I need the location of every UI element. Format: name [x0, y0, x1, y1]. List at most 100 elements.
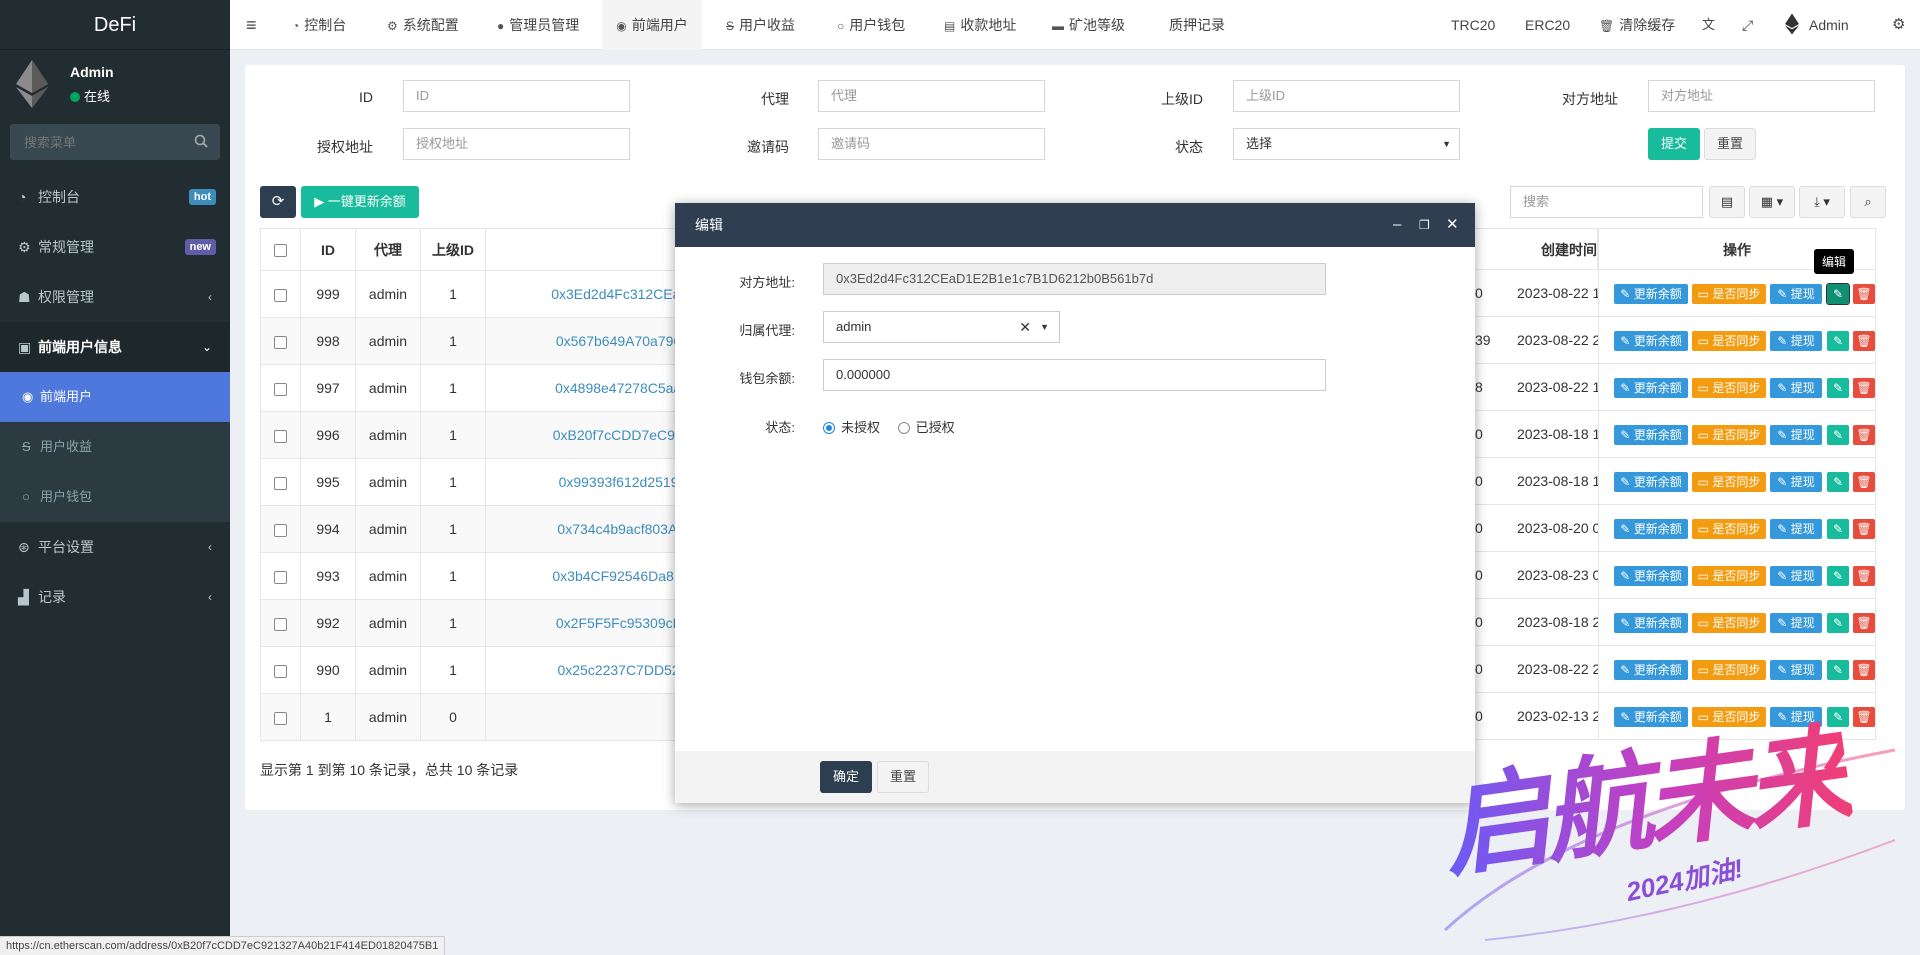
close-icon[interactable]: ✕: [1446, 203, 1459, 247]
withdraw-button[interactable]: ✎ 提现: [1770, 331, 1822, 351]
delete-button[interactable]: 🗑: [1853, 613, 1875, 633]
withdraw-button[interactable]: ✎ 提现: [1770, 472, 1822, 492]
sidebar-item-records[interactable]: ▟ 记录 ‹: [0, 572, 230, 622]
update-balance-button[interactable]: ✎ 更新余额: [1614, 425, 1688, 445]
advanced-search-button[interactable]: ⌕: [1850, 186, 1886, 218]
row-checkbox[interactable]: [260, 411, 301, 459]
edit-button[interactable]: ✎: [1827, 519, 1849, 539]
edit-button[interactable]: ✎: [1827, 613, 1849, 633]
tab-admin-manage[interactable]: ● 管理员管理: [497, 0, 579, 50]
sync-button[interactable]: ▭ 是否同步: [1692, 566, 1766, 586]
tab-user-earnings[interactable]: S 用户收益: [726, 0, 795, 50]
row-checkbox[interactable]: [260, 505, 301, 553]
modal-input-balance[interactable]: 0.000000: [823, 359, 1326, 391]
filter-input-id[interactable]: ID: [403, 80, 630, 112]
sync-button[interactable]: ▭ 是否同步: [1692, 472, 1766, 492]
tab-user-wallet[interactable]: ○ 用户钱包: [837, 0, 905, 50]
sync-button[interactable]: ▭ 是否同步: [1692, 660, 1766, 680]
row-checkbox-box[interactable]: [274, 570, 287, 584]
filter-select-status[interactable]: 选择 ▼: [1233, 128, 1460, 160]
confirm-button[interactable]: 确定: [820, 761, 872, 793]
update-balance-button[interactable]: ✎ 更新余额: [1614, 566, 1688, 586]
filter-input-agent[interactable]: 代理: [818, 80, 1045, 112]
row-checkbox-box[interactable]: [274, 382, 287, 396]
withdraw-button[interactable]: ✎ 提现: [1770, 566, 1822, 586]
row-checkbox[interactable]: [260, 599, 301, 647]
filter-input-parent-id[interactable]: 上级ID: [1233, 80, 1460, 112]
export-button[interactable]: ⤓ ▾: [1799, 186, 1845, 218]
settings-gear-icon[interactable]: ⚙: [1892, 0, 1905, 50]
tab-stake-records[interactable]: 质押记录: [1164, 0, 1225, 50]
sync-button[interactable]: ▭ 是否同步: [1692, 284, 1766, 304]
toggle-view-button[interactable]: ▤: [1709, 186, 1745, 218]
edit-button[interactable]: ✎: [1827, 425, 1849, 445]
filter-input-invite-code[interactable]: 邀请码: [818, 128, 1045, 160]
row-checkbox-box[interactable]: [274, 617, 287, 631]
sync-button[interactable]: ▭ 是否同步: [1692, 425, 1766, 445]
delete-button[interactable]: 🗑: [1853, 331, 1875, 351]
modal-input-address[interactable]: 0x3Ed2d4Fc312CEaD1E2B1e1c7B1D6212b0B561b…: [823, 263, 1326, 295]
columns-button[interactable]: ▦ ▾: [1749, 186, 1795, 218]
update-balance-button[interactable]: ✎ 更新余额: [1614, 331, 1688, 351]
edit-button[interactable]: ✎: [1827, 472, 1849, 492]
edit-button[interactable]: ✎: [1827, 660, 1849, 680]
sidebar-item-platform[interactable]: ⊛ 平台设置 ‹: [0, 522, 230, 572]
delete-button[interactable]: 🗑: [1853, 284, 1875, 304]
submit-button[interactable]: 提交: [1648, 128, 1700, 160]
sync-button[interactable]: ▭ 是否同步: [1692, 613, 1766, 633]
row-checkbox[interactable]: [260, 317, 301, 365]
sidebar-item-dashboard[interactable]: ◔ 控制台 hot: [0, 172, 230, 222]
delete-button[interactable]: 🗑: [1853, 519, 1875, 539]
withdraw-button[interactable]: ✎ 提现: [1770, 613, 1822, 633]
row-checkbox-box[interactable]: [274, 429, 287, 443]
update-balance-button[interactable]: ✎ 更新余额: [1614, 660, 1688, 680]
sidebar-item-general[interactable]: ⚙ 常规管理 new: [0, 222, 230, 272]
search-icon[interactable]: [194, 134, 208, 148]
header-created[interactable]: 创建时间: [1475, 228, 1598, 270]
radio-authorized[interactable]: 已授权: [897, 420, 955, 435]
withdraw-button[interactable]: ✎ 提现: [1770, 284, 1822, 304]
row-checkbox[interactable]: [260, 646, 301, 694]
delete-button[interactable]: 🗑: [1853, 566, 1875, 586]
sidebar-subitem-user-earnings[interactable]: S 用户收益: [0, 422, 230, 472]
tab-system-config[interactable]: ⚙ 系统配置: [387, 0, 459, 50]
delete-button[interactable]: 🗑: [1853, 660, 1875, 680]
sync-button[interactable]: ▭ 是否同步: [1692, 519, 1766, 539]
filter-input-auth-address[interactable]: 授权地址: [403, 128, 630, 160]
header-checkbox[interactable]: [260, 228, 301, 271]
tab-receive-address[interactable]: ▤ 收款地址: [944, 0, 1016, 50]
sidebar-search-input[interactable]: [10, 124, 220, 160]
nav-trc20[interactable]: TRC20: [1451, 0, 1495, 50]
header-id[interactable]: ID: [300, 228, 356, 271]
radio-unauthorized[interactable]: 未授权: [823, 420, 880, 435]
tab-pool-level[interactable]: ▬ 矿池等级: [1052, 0, 1125, 50]
edit-button[interactable]: ✎: [1827, 331, 1849, 351]
row-checkbox[interactable]: [260, 364, 301, 412]
edit-button[interactable]: ✎: [1826, 283, 1850, 305]
edit-button[interactable]: ✎: [1827, 378, 1849, 398]
reset-button[interactable]: 重置: [1704, 128, 1756, 160]
header-parent-id[interactable]: 上级ID: [420, 228, 486, 271]
sidebar-subitem-user-wallet[interactable]: ○ 用户钱包: [0, 472, 230, 522]
update-balance-button[interactable]: ✎ 更新余额: [1614, 378, 1688, 398]
row-checkbox-box[interactable]: [274, 335, 287, 349]
minimize-icon[interactable]: –: [1393, 203, 1401, 247]
row-checkbox-box[interactable]: [274, 476, 287, 490]
delete-button[interactable]: 🗑: [1853, 378, 1875, 398]
filter-input-address[interactable]: 对方地址: [1648, 80, 1875, 112]
refresh-button[interactable]: ⟳: [260, 186, 296, 218]
sidebar-subitem-frontend-user[interactable]: ◉ 前端用户: [0, 372, 230, 422]
maximize-icon[interactable]: ❐: [1419, 203, 1430, 247]
header-agent[interactable]: 代理: [355, 228, 421, 271]
update-balance-button[interactable]: ✎ 更新余额: [1614, 613, 1688, 633]
update-balance-button[interactable]: ✎ 更新余额: [1614, 284, 1688, 304]
tab-frontend-user[interactable]: ◉ 前端用户: [602, 0, 702, 50]
sync-button[interactable]: ▭ 是否同步: [1692, 378, 1766, 398]
row-checkbox-box[interactable]: [274, 711, 287, 725]
modal-reset-button[interactable]: 重置: [877, 761, 929, 793]
table-search-input[interactable]: 搜索: [1510, 186, 1703, 218]
update-all-balance-button[interactable]: ▶ 一键更新余额: [301, 186, 419, 218]
row-checkbox-box[interactable]: [274, 523, 287, 537]
delete-button[interactable]: 🗑: [1853, 472, 1875, 492]
nav-clear-cache[interactable]: 🗑 清除缓存: [1599, 0, 1675, 50]
